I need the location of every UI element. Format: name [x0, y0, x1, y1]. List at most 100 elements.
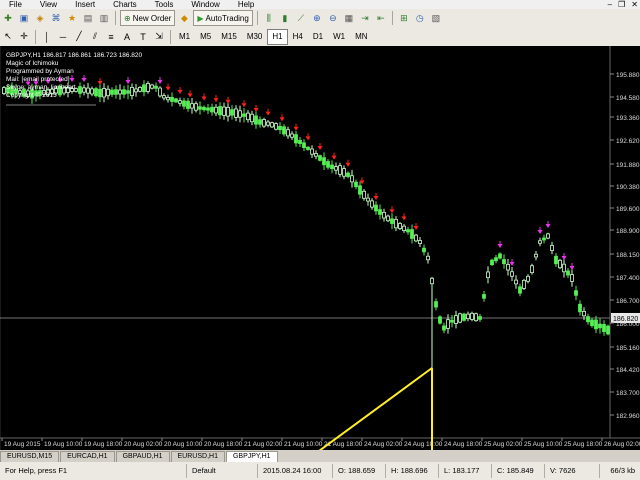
indicators-icon[interactable]: ⊞: [397, 11, 411, 25]
menu-charts[interactable]: Charts: [104, 0, 146, 9]
timeframe-m5[interactable]: M5: [195, 29, 216, 45]
signal-arrow: [317, 146, 323, 150]
candle-body: [454, 315, 458, 324]
price-tick-label: 183.700: [616, 390, 640, 397]
arrows-icon[interactable]: ⇲: [152, 30, 166, 44]
timeframe-h4[interactable]: H4: [288, 29, 308, 45]
toolbar-separator: [115, 11, 116, 25]
cursor-icon[interactable]: ↖: [1, 30, 15, 44]
candle-body: [226, 106, 230, 117]
menu-bar: File View Insert Charts Tools Window Hel…: [0, 0, 640, 9]
new-chart-icon[interactable]: ✚: [1, 11, 15, 25]
candle-body: [390, 218, 394, 224]
timeframe-mn[interactable]: MN: [350, 29, 372, 45]
menu-view[interactable]: View: [31, 0, 66, 9]
label-icon[interactable]: T: [136, 30, 150, 44]
channel-icon[interactable]: ⫽: [88, 30, 102, 44]
chart-shift-icon[interactable]: ⇤: [374, 11, 388, 25]
tab-gbpjpy-h1[interactable]: GBPJPY,H1: [225, 451, 278, 462]
timeframe-m30[interactable]: M30: [242, 29, 268, 45]
chart-window[interactable]: 186.820 195.880 194.580 193.360 192.620 191.…: [0, 46, 640, 450]
price-tick-label: 193.360: [616, 115, 640, 122]
price-tick-label: 191.880: [616, 162, 640, 169]
status-volume: V: 7626: [544, 464, 599, 478]
auto-scroll-icon[interactable]: ⇥: [358, 11, 372, 25]
candle-body: [186, 100, 190, 109]
line-chart-icon[interactable]: ⟋: [294, 11, 308, 25]
status-profile: Default: [186, 464, 257, 478]
tester-icon[interactable]: ▥: [97, 11, 111, 25]
periods-icon[interactable]: ◷: [413, 11, 427, 25]
price-chart: 186.820 195.880194.580193.360192.620191.…: [0, 46, 640, 450]
tab-gbpaud-h1[interactable]: GBPAUD,H1: [115, 451, 170, 462]
signal-arrow: [165, 86, 171, 91]
time-tick-label: 20 Aug 10:00: [164, 441, 203, 448]
signal-arrow: [509, 262, 515, 266]
vertical-line-icon[interactable]: │: [40, 30, 54, 44]
candle-body: [250, 113, 254, 123]
candle-body: [566, 270, 570, 276]
data-window-icon[interactable]: ⌘: [49, 11, 63, 25]
trendline-icon[interactable]: ╱: [72, 30, 86, 44]
crosshair-icon[interactable]: ✛: [17, 30, 31, 44]
candle-body: [550, 245, 554, 251]
candle-body: [310, 148, 314, 155]
menu-file[interactable]: File: [0, 0, 31, 9]
signal-arrow: [157, 80, 163, 84]
market-watch-icon[interactable]: ◈: [33, 11, 47, 25]
chart-info: GBPJPY,H1 186.817 186.861 186.723 186.82…: [6, 52, 142, 100]
candle-body: [270, 122, 274, 128]
tile-windows-icon[interactable]: ▦: [342, 11, 356, 25]
timeframe-m15[interactable]: M15: [216, 29, 242, 45]
timeframe-d1[interactable]: D1: [308, 29, 328, 45]
candle-body: [170, 96, 174, 102]
signal-arrow: [253, 108, 259, 112]
metaeditor-icon[interactable]: ◆: [177, 11, 191, 25]
candle-body: [386, 215, 390, 222]
status-close: C: 185.849: [491, 464, 544, 478]
text-icon[interactable]: A: [120, 30, 134, 44]
candle-body: [578, 303, 582, 313]
candle-body: [494, 257, 498, 262]
new-order-button[interactable]: ⊕ New Order: [120, 10, 176, 26]
candle-body: [326, 161, 330, 168]
candlestick-icon[interactable]: ▮: [278, 11, 292, 25]
autotrading-button[interactable]: ▶ AutoTrading: [193, 10, 253, 26]
terminal-icon[interactable]: ▤: [81, 11, 95, 25]
zoom-out-icon[interactable]: ⊖: [326, 11, 340, 25]
time-tick-label: 21 Aug 10:00: [284, 441, 323, 448]
tab-eurusd-m15[interactable]: EURUSD,M15: [0, 451, 60, 462]
zoom-in-icon[interactable]: ⊕: [310, 11, 324, 25]
timeframe-h1[interactable]: H1: [267, 28, 288, 45]
horizontal-line-icon[interactable]: ─: [56, 30, 70, 44]
templates-icon[interactable]: ▧: [429, 11, 443, 25]
menu-tools[interactable]: Tools: [146, 0, 183, 9]
candle-body: [410, 229, 414, 239]
time-tick-label: 19 Aug 18:00: [84, 441, 123, 448]
tab-eurcad-h1[interactable]: EURCAD,H1: [60, 451, 115, 462]
menu-window[interactable]: Window: [182, 0, 228, 9]
tab-eurusd-h1[interactable]: EURUSD,H1: [170, 451, 225, 462]
menu-insert[interactable]: Insert: [66, 0, 104, 9]
profiles-icon[interactable]: ▣: [17, 11, 31, 25]
restore-icon[interactable]: ❐: [618, 0, 625, 9]
candles-layer: [2, 80, 610, 418]
price-tick-label: 189.600: [616, 206, 640, 213]
menu-help[interactable]: Help: [229, 0, 263, 9]
candle-body: [322, 157, 326, 166]
autotrading-icon: ▶: [197, 13, 204, 23]
candle-body: [370, 200, 374, 208]
candle-body: [594, 319, 598, 330]
bar-chart-icon[interactable]: ⫼: [262, 11, 276, 25]
toolbar-separator: [170, 29, 171, 44]
candle-body: [158, 87, 162, 97]
timeframe-w1[interactable]: W1: [328, 29, 350, 45]
fibonacci-icon[interactable]: ≡: [104, 30, 118, 44]
candle-body: [246, 112, 250, 121]
close-icon[interactable]: ✕: [631, 0, 638, 9]
candle-body: [350, 175, 354, 183]
navigator-icon[interactable]: ★: [65, 11, 79, 25]
timeframe-m1[interactable]: M1: [174, 29, 195, 45]
toolbar-separator: [391, 11, 393, 25]
minimize-icon[interactable]: –: [608, 0, 612, 9]
